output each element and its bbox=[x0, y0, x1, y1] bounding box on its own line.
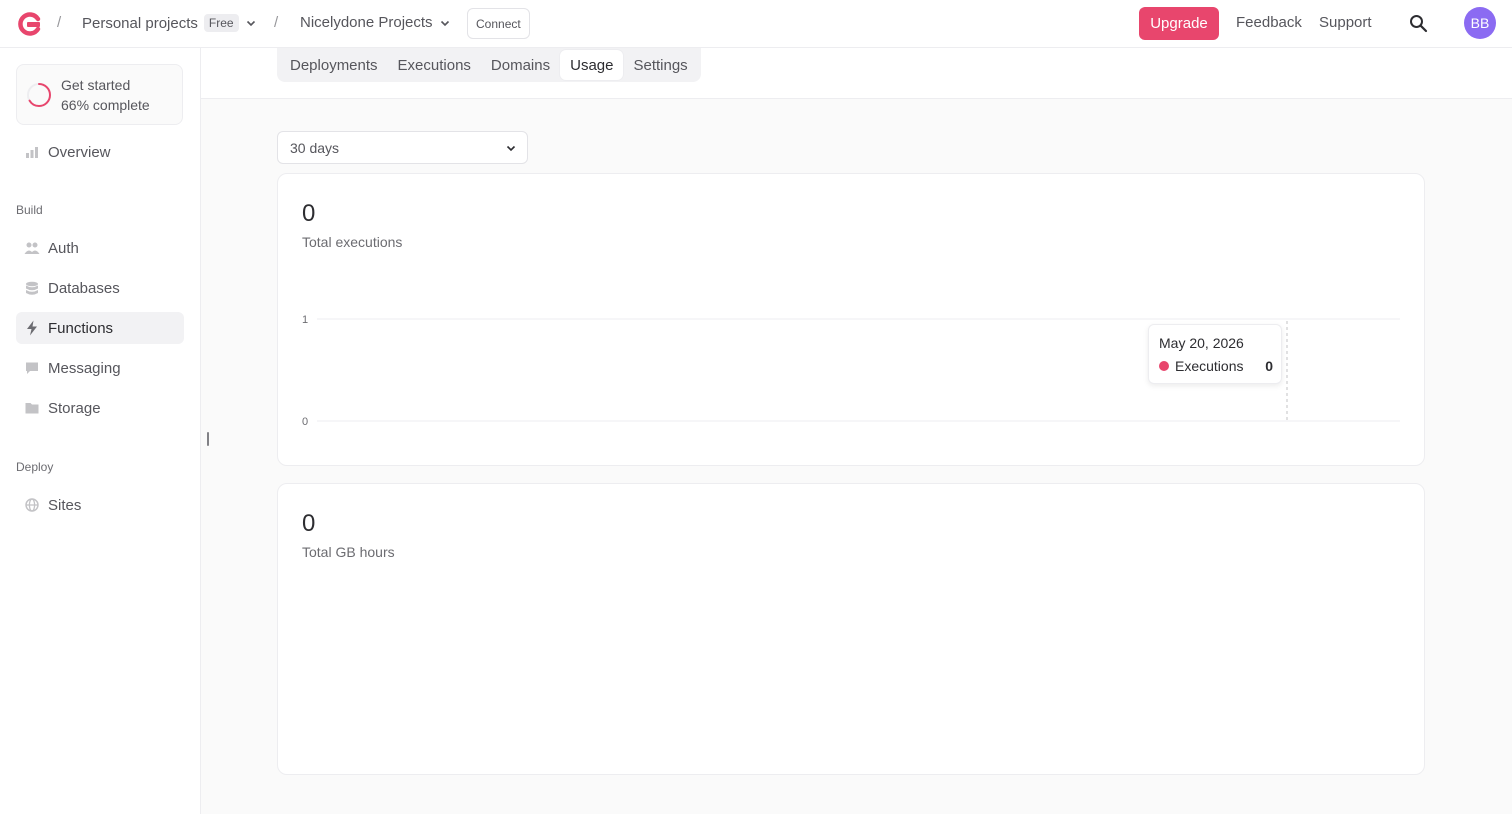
chart-tooltip: May 20, 2026 Executions 0 bbox=[1148, 324, 1282, 384]
globe-icon bbox=[24, 497, 40, 513]
bar-chart-icon bbox=[24, 144, 40, 160]
feedback-link[interactable]: Feedback bbox=[1236, 14, 1302, 31]
support-link[interactable]: Support bbox=[1319, 14, 1372, 31]
gb-hours-total-value: 0 bbox=[302, 510, 316, 537]
upgrade-button[interactable]: Upgrade bbox=[1139, 7, 1219, 40]
breadcrumb-separator: / bbox=[57, 14, 62, 31]
progress-ring-icon bbox=[27, 83, 51, 107]
chevron-down-icon bbox=[440, 20, 449, 26]
chat-icon bbox=[24, 360, 40, 376]
chevron-down-icon bbox=[246, 20, 255, 27]
section-label-deploy: Deploy bbox=[16, 460, 54, 474]
tab-usage[interactable]: Usage bbox=[560, 50, 624, 80]
appwrite-logo-icon[interactable] bbox=[16, 11, 42, 37]
sidebar-item-databases[interactable]: Databases bbox=[16, 272, 184, 304]
sidebar-item-label: Databases bbox=[48, 279, 120, 297]
sidebar-resize-handle[interactable] bbox=[207, 432, 209, 446]
folder-icon bbox=[24, 400, 40, 416]
get-started-card[interactable]: Get started 66% complete bbox=[16, 64, 183, 125]
tab-list: Deployments Executions Domains Usage Set… bbox=[277, 48, 701, 82]
sidebar-item-auth[interactable]: Auth bbox=[16, 232, 184, 264]
date-range-select[interactable]: 30 days bbox=[277, 131, 528, 164]
lightning-icon bbox=[24, 320, 40, 336]
executions-chart[interactable]: 10 bbox=[278, 174, 1426, 467]
sidebar-item-label: Messaging bbox=[48, 359, 121, 377]
tooltip-series: Executions bbox=[1175, 358, 1244, 374]
org-name: Personal projects bbox=[82, 14, 198, 32]
database-icon bbox=[24, 280, 40, 296]
sidebar-item-sites[interactable]: Sites bbox=[16, 489, 184, 521]
gb-hours-total-label: Total GB hours bbox=[302, 544, 395, 560]
sidebar: Get started 66% complete Overview Build … bbox=[0, 48, 201, 814]
project-name: Nicelydone Projects bbox=[300, 14, 433, 31]
tab-deployments[interactable]: Deployments bbox=[280, 50, 388, 80]
sidebar-item-overview[interactable]: Overview bbox=[16, 136, 184, 168]
y-tick-label: 1 bbox=[302, 314, 308, 326]
connect-button[interactable]: Connect bbox=[467, 8, 530, 39]
sidebar-item-label: Sites bbox=[48, 496, 82, 514]
tooltip-date: May 20, 2026 bbox=[1159, 335, 1244, 351]
tab-executions[interactable]: Executions bbox=[388, 50, 481, 80]
tooltip-value: 0 bbox=[1265, 358, 1273, 374]
project-switcher[interactable]: Nicelydone Projects bbox=[300, 14, 451, 31]
y-tick-label: 0 bbox=[302, 416, 308, 428]
sidebar-item-label: Auth bbox=[48, 239, 79, 257]
breadcrumb-separator: / bbox=[274, 14, 279, 31]
tabs-bar: Deployments Executions Domains Usage Set… bbox=[201, 48, 1512, 99]
executions-card: 0 Total executions 10 bbox=[277, 173, 1425, 466]
tab-domains[interactable]: Domains bbox=[481, 50, 560, 80]
series-dot-icon bbox=[1159, 361, 1169, 371]
avatar[interactable]: BB bbox=[1464, 7, 1496, 39]
search-icon[interactable] bbox=[1409, 14, 1428, 33]
date-range-value: 30 days bbox=[290, 139, 340, 156]
tooltip-row: Executions 0 bbox=[1159, 358, 1273, 374]
section-label-build: Build bbox=[16, 203, 43, 217]
org-switcher[interactable]: Personal projects Free bbox=[82, 14, 257, 32]
chevron-down-icon bbox=[506, 145, 516, 152]
tab-settings[interactable]: Settings bbox=[623, 50, 697, 80]
sidebar-item-label: Overview bbox=[48, 143, 111, 161]
sidebar-item-functions[interactable]: Functions bbox=[16, 312, 184, 344]
top-bar: / Personal projects Free / Nicelydone Pr… bbox=[0, 0, 1512, 48]
get-started-title: Get started bbox=[61, 77, 131, 93]
sidebar-item-storage[interactable]: Storage bbox=[16, 392, 184, 424]
sidebar-item-label: Storage bbox=[48, 399, 101, 417]
users-icon bbox=[24, 240, 40, 256]
plan-badge: Free bbox=[203, 14, 239, 32]
sidebar-item-messaging[interactable]: Messaging bbox=[16, 352, 184, 384]
gb-hours-card: 0 Total GB hours bbox=[277, 483, 1425, 775]
sidebar-item-label: Functions bbox=[48, 319, 114, 337]
get-started-progress: 66% complete bbox=[61, 97, 150, 113]
